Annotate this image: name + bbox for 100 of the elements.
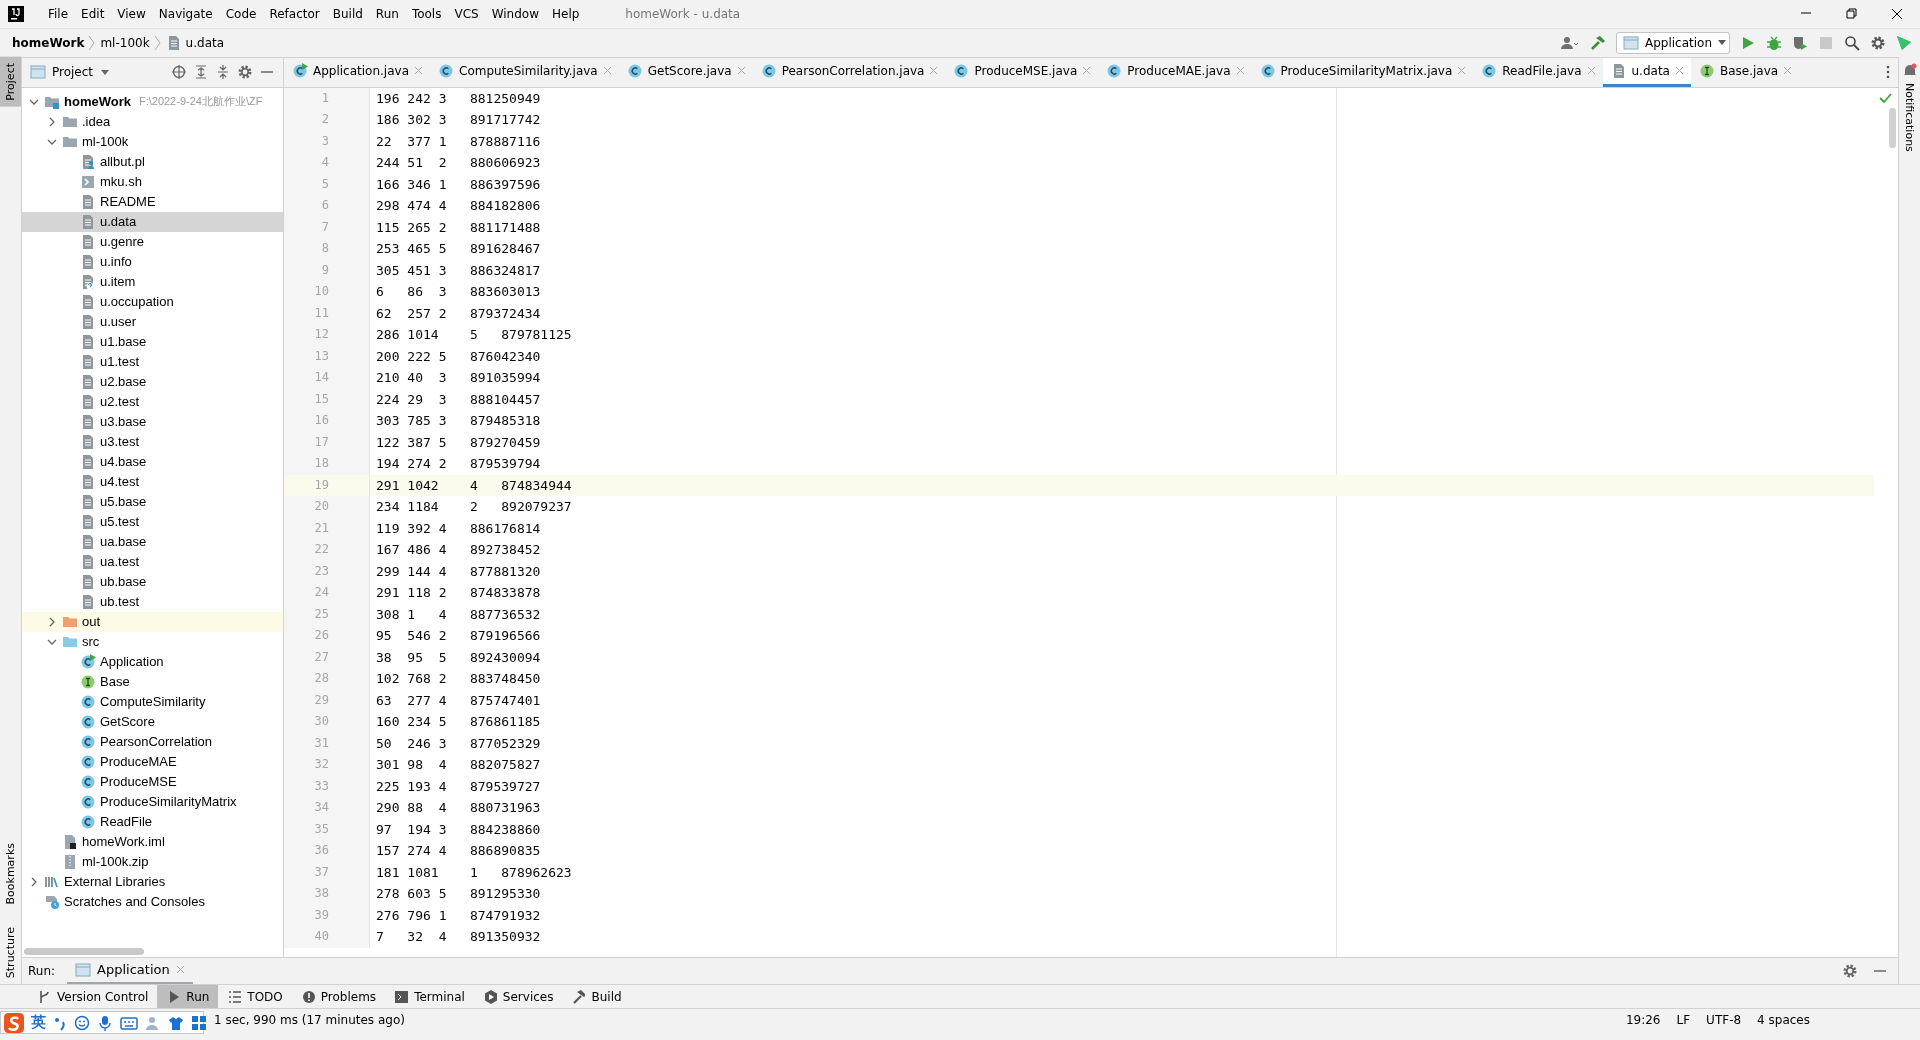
- tree-item[interactable]: u5.base: [22, 491, 283, 512]
- tree-item[interactable]: u5.test: [22, 511, 283, 532]
- breadcrumb-item[interactable]: homeWork: [12, 35, 85, 50]
- collapse-all-icon[interactable]: [215, 64, 231, 81]
- status-item[interactable]: 19:26: [1625, 1012, 1661, 1027]
- status-item[interactable]: UTF-8: [1706, 1012, 1742, 1027]
- locate-icon[interactable]: [171, 64, 187, 81]
- shield-icon[interactable]: [1792, 34, 1808, 51]
- menu-item[interactable]: Help: [546, 2, 586, 26]
- editor-tab[interactable]: PearsonCorrelation.java: [752, 57, 946, 87]
- editor-tab[interactable]: Base.java: [1690, 57, 1800, 87]
- tree-item[interactable]: u4.test: [22, 471, 283, 492]
- shirt-icon[interactable]: [168, 1014, 184, 1031]
- tree-item[interactable]: u.data: [22, 211, 283, 232]
- bug-icon[interactable]: [1766, 34, 1782, 51]
- input-mode-toggle[interactable]: 英: [31, 1013, 46, 1032]
- keyboard-icon[interactable]: [120, 1014, 138, 1031]
- tree-item[interactable]: homeWork F:\2022-9-24北航作业\ZF: [22, 91, 283, 112]
- status-item[interactable]: 4 spaces: [1757, 1012, 1810, 1027]
- tree-item[interactable]: ub.test: [22, 591, 283, 612]
- tool-window-tab[interactable]: Build: [562, 985, 631, 1009]
- close-icon[interactable]: [1891, 8, 1903, 20]
- smiley-icon[interactable]: [74, 1014, 90, 1031]
- settings-icon[interactable]: [237, 64, 253, 81]
- restore-icon[interactable]: [1846, 8, 1857, 19]
- tree-item[interactable]: u2.test: [22, 391, 283, 412]
- tree-item[interactable]: u.genre: [22, 231, 283, 252]
- tool-window-tab[interactable]: Problems: [291, 985, 386, 1009]
- scrollbar-thumb[interactable]: [24, 948, 144, 956]
- tree-item[interactable]: Scratches and Consoles: [22, 891, 283, 912]
- tool-window-tab[interactable]: Terminal: [385, 985, 474, 1009]
- menu-item[interactable]: Refactor: [263, 2, 326, 26]
- editor-tab[interactable]: ProduceMAE.java: [1098, 57, 1252, 87]
- menu-item[interactable]: Edit: [75, 2, 111, 26]
- user-icon[interactable]: [1560, 34, 1580, 51]
- tree-item[interactable]: u1.base: [22, 331, 283, 352]
- editor-tab[interactable]: Application.java: [284, 57, 430, 87]
- tree-item[interactable]: u1.test: [22, 351, 283, 372]
- menu-item[interactable]: View: [111, 2, 152, 26]
- run-configuration-dropdown[interactable]: Application: [1616, 31, 1730, 54]
- menu-item[interactable]: File: [42, 2, 75, 26]
- tool-window-tab[interactable]: Project: [0, 56, 21, 107]
- menu-item[interactable]: Run: [369, 2, 405, 26]
- tree-item[interactable]: u.item: [22, 271, 283, 292]
- editor-tab[interactable]: ProduceSimilarityMatrix.java: [1251, 57, 1474, 87]
- settings-icon[interactable]: [1870, 34, 1886, 51]
- menu-item[interactable]: Tools: [405, 2, 448, 26]
- tree-item[interactable]: ua.test: [22, 551, 283, 572]
- more-icon[interactable]: [1886, 65, 1890, 80]
- menu-item[interactable]: Window: [485, 2, 545, 26]
- tree-item[interactable]: GetScore: [22, 711, 283, 732]
- tree-item[interactable]: allbut.pl: [22, 151, 283, 172]
- tree-item[interactable]: out: [22, 611, 283, 632]
- tree-item[interactable]: ub.base: [22, 571, 283, 592]
- tree-item[interactable]: External Libraries: [22, 871, 283, 892]
- editor-tab[interactable]: ReadFile.java: [1473, 57, 1603, 87]
- tree-item[interactable]: README: [22, 191, 283, 212]
- tree-item[interactable]: ml-100k: [22, 131, 283, 152]
- tool-window-tab[interactable]: Bookmarks: [0, 837, 21, 911]
- tool-window-tab[interactable]: Version Control: [28, 985, 158, 1009]
- tree-item[interactable]: ReadFile: [22, 811, 283, 832]
- tree-item[interactable]: Application: [22, 651, 283, 672]
- tool-window-tab[interactable]: Services: [473, 985, 563, 1009]
- menu-item[interactable]: Build: [326, 2, 369, 26]
- tool-window-tab[interactable]: Run: [157, 985, 219, 1009]
- tree-item[interactable]: ua.base: [22, 531, 283, 552]
- tree-item[interactable]: Base: [22, 671, 283, 692]
- editor-tab[interactable]: GetScore.java: [618, 57, 753, 87]
- tree-item[interactable]: u2.base: [22, 371, 283, 392]
- menu-item[interactable]: VCS: [448, 2, 485, 26]
- settings-icon[interactable]: [1842, 963, 1858, 980]
- editor-tab[interactable]: ComputeSimilarity.java: [430, 57, 619, 87]
- menu-item[interactable]: Code: [219, 2, 263, 26]
- editor-tab[interactable]: ProduceMSE.java: [945, 57, 1099, 87]
- tree-item[interactable]: u4.base: [22, 451, 283, 472]
- scrollbar-thumb[interactable]: [1889, 107, 1896, 148]
- run-icon[interactable]: [1740, 34, 1756, 51]
- tree-item[interactable]: ComputeSimilarity: [22, 691, 283, 712]
- tree-item[interactable]: u.info: [22, 251, 283, 272]
- expand-all-icon[interactable]: [193, 64, 209, 81]
- tree-item[interactable]: u3.test: [22, 431, 283, 452]
- tree-item[interactable]: ProduceSimilarityMatrix: [22, 791, 283, 812]
- editor-tab[interactable]: u.data: [1602, 57, 1691, 87]
- project-view-dropdown[interactable]: Project: [52, 65, 110, 80]
- tree-item[interactable]: u3.base: [22, 411, 283, 432]
- status-item[interactable]: LF: [1676, 1012, 1691, 1027]
- tree-item[interactable]: homeWork.iml: [22, 831, 283, 852]
- tree-item[interactable]: src: [22, 631, 283, 652]
- tool-window-tab[interactable]: TODO: [218, 985, 292, 1009]
- grid-icon[interactable]: [191, 1014, 207, 1031]
- breadcrumb-item[interactable]: u.data: [185, 35, 225, 50]
- hammer-icon[interactable]: [1590, 34, 1606, 51]
- microphone-icon[interactable]: [97, 1014, 113, 1031]
- ime-logo-icon[interactable]: [4, 1012, 24, 1033]
- search-icon[interactable]: [1844, 34, 1860, 51]
- tree-item[interactable]: ml-100k.zip: [22, 851, 283, 872]
- tree-item[interactable]: mku.sh: [22, 171, 283, 192]
- breadcrumb-item[interactable]: ml-100k: [100, 35, 150, 50]
- tree-item[interactable]: PearsonCorrelation: [22, 731, 283, 752]
- tool-window-tab[interactable]: Structure: [0, 920, 21, 985]
